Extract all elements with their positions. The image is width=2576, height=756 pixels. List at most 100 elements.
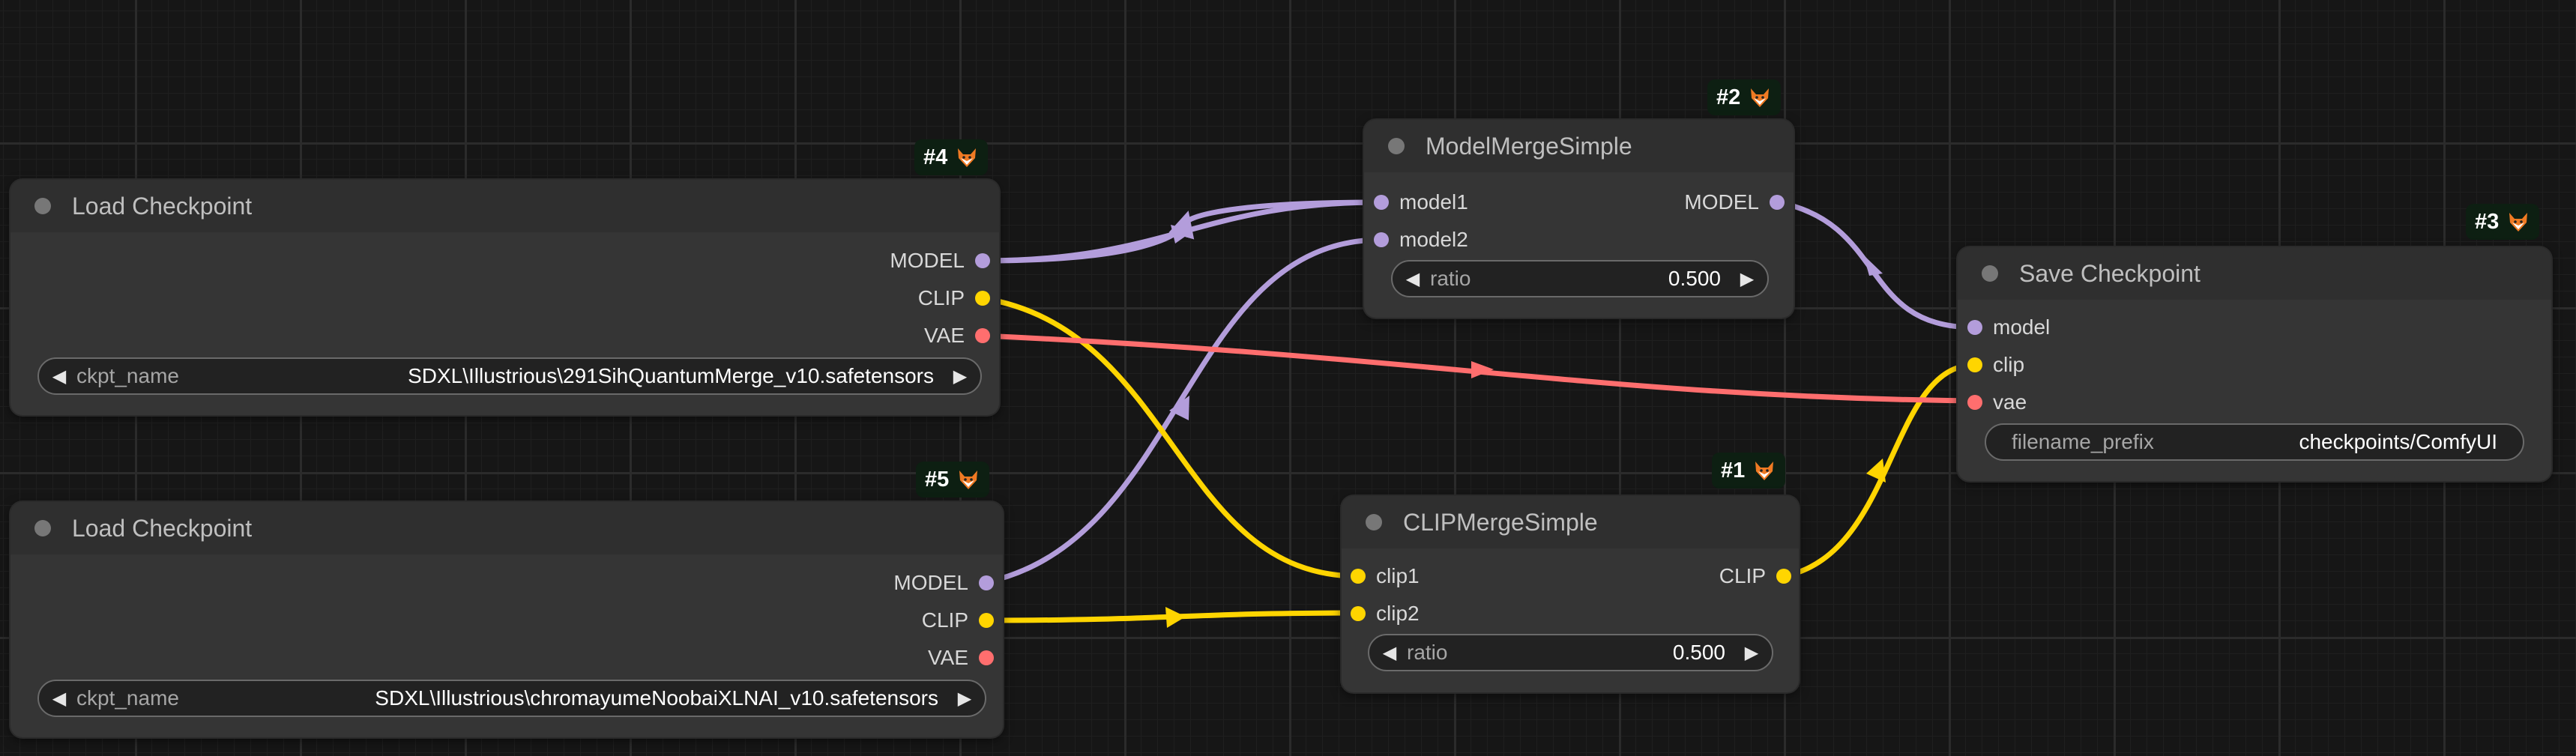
node-3-badge: #3 xyxy=(2466,204,2540,240)
widget-label: ratio xyxy=(1407,641,1448,664)
input-socket[interactable] xyxy=(1374,232,1389,247)
link-model-3[interactable] xyxy=(1778,199,1976,330)
clip-merge-simple-node[interactable]: CLIPMergeSimple clip1 clip2 CLIP ◀ ratio… xyxy=(1342,496,1799,692)
input-label: model2 xyxy=(1399,228,1468,251)
node-header[interactable]: Save Checkpoint xyxy=(1958,247,2551,300)
output-label: CLIP xyxy=(921,608,968,632)
input-socket[interactable] xyxy=(1351,606,1366,621)
collapse-toggle[interactable] xyxy=(34,198,51,214)
right-arrow-icon[interactable]: ▶ xyxy=(956,688,973,710)
output-label: MODEL xyxy=(893,571,968,594)
node-header[interactable]: Load Checkpoint xyxy=(10,502,1003,554)
ratio-number-widget[interactable]: ◀ ratio 0.500 ▶ xyxy=(1391,260,1769,297)
output-socket[interactable] xyxy=(975,253,990,268)
input-model[interactable]: model xyxy=(1967,315,2051,339)
right-arrow-icon[interactable]: ▶ xyxy=(1739,268,1755,290)
link-clip-2-arrow xyxy=(1165,607,1186,628)
widget-label: ckpt_name xyxy=(76,686,179,710)
input-socket[interactable] xyxy=(1351,569,1366,584)
output-socket[interactable] xyxy=(979,613,994,628)
output-socket[interactable] xyxy=(1770,195,1785,210)
right-arrow-icon[interactable]: ▶ xyxy=(1743,642,1760,664)
input-clip1[interactable]: clip1 xyxy=(1351,564,1420,587)
node-5-badge: #5 xyxy=(916,462,990,498)
node-header[interactable]: ModelMergeSimple xyxy=(1364,120,1794,172)
collapse-toggle[interactable] xyxy=(1982,265,1998,282)
node-4-badge: #4 xyxy=(914,139,989,175)
node-title: Load Checkpoint xyxy=(72,514,253,542)
input-model1[interactable]: model1 xyxy=(1374,190,1468,214)
output-label: MODEL xyxy=(1684,190,1759,214)
output-clip[interactable]: CLIP xyxy=(917,286,990,309)
output-socket[interactable] xyxy=(979,650,994,665)
fox-icon xyxy=(1755,462,1774,480)
load-checkpoint-node-5[interactable]: Load Checkpoint MODEL CLIP VAE ◀ ckpt_na… xyxy=(10,502,1003,737)
fox-icon xyxy=(958,148,977,167)
output-label: CLIP xyxy=(917,286,965,309)
output-label: VAE xyxy=(924,324,965,347)
node-title: CLIPMergeSimple xyxy=(1403,508,1598,536)
input-label: clip1 xyxy=(1376,564,1420,587)
input-label: clip xyxy=(1993,353,2025,376)
node-header[interactable]: Load Checkpoint xyxy=(10,180,999,232)
output-label: CLIP xyxy=(1719,564,1766,587)
filename-prefix-field[interactable]: filename_prefix checkpoints/ComfyUI xyxy=(1985,423,2524,461)
input-vae[interactable]: vae xyxy=(1967,390,2027,414)
output-model[interactable]: MODEL xyxy=(893,571,994,594)
output-vae[interactable]: VAE xyxy=(924,324,990,347)
collapse-toggle[interactable] xyxy=(1366,514,1382,530)
node-id: #3 xyxy=(2475,209,2500,234)
left-arrow-icon[interactable]: ◀ xyxy=(1381,642,1398,664)
input-model2[interactable]: model2 xyxy=(1374,228,1468,251)
fox-icon xyxy=(959,471,978,489)
input-label: clip2 xyxy=(1376,602,1420,625)
load-checkpoint-node-4[interactable]: Load Checkpoint MODEL CLIP VAE ◀ ckpt_na… xyxy=(10,180,999,415)
input-socket[interactable] xyxy=(1967,320,1982,335)
ckpt-name-combo[interactable]: ◀ ckpt_name SDXL\Illustrious\291SihQuant… xyxy=(37,357,982,395)
output-clip[interactable]: CLIP xyxy=(1719,564,1791,587)
save-checkpoint-node[interactable]: Save Checkpoint model clip vae filename_… xyxy=(1958,247,2551,481)
widget-value[interactable]: checkpoints/ComfyUI xyxy=(2299,430,2497,454)
node-id: #5 xyxy=(925,467,950,492)
node-title: Save Checkpoint xyxy=(2019,259,2201,287)
node-title: ModelMergeSimple xyxy=(1426,132,1632,160)
input-clip[interactable]: clip xyxy=(1967,353,2025,376)
left-arrow-icon[interactable]: ◀ xyxy=(1405,268,1421,290)
output-vae[interactable]: VAE xyxy=(928,646,994,669)
left-arrow-icon[interactable]: ◀ xyxy=(51,688,67,710)
collapse-toggle[interactable] xyxy=(34,520,51,536)
left-arrow-icon[interactable]: ◀ xyxy=(51,366,67,387)
fox-icon xyxy=(2509,213,2528,232)
input-label: model xyxy=(1993,315,2051,339)
widget-label: ratio xyxy=(1430,267,1471,290)
input-socket[interactable] xyxy=(1374,195,1389,210)
fox-icon xyxy=(1751,88,1770,107)
widget-value: 0.500 xyxy=(1668,267,1721,290)
node-id: #4 xyxy=(923,145,948,169)
output-socket[interactable] xyxy=(975,291,990,306)
input-label: vae xyxy=(1993,390,2027,414)
collapse-toggle[interactable] xyxy=(1388,138,1405,154)
output-model[interactable]: MODEL xyxy=(1684,190,1785,214)
node-header[interactable]: CLIPMergeSimple xyxy=(1342,496,1799,548)
output-model[interactable]: MODEL xyxy=(890,249,990,272)
node-1-badge: #1 xyxy=(1712,453,1786,489)
widget-value: 0.500 xyxy=(1672,641,1725,664)
input-socket[interactable] xyxy=(1967,395,1982,410)
link-vae-arrow xyxy=(1471,361,1494,378)
input-socket[interactable] xyxy=(1967,357,1982,372)
output-clip[interactable]: CLIP xyxy=(921,608,994,632)
right-arrow-icon[interactable]: ▶ xyxy=(952,366,968,387)
input-label: model1 xyxy=(1399,190,1468,214)
input-clip2[interactable]: clip2 xyxy=(1351,602,1420,625)
widget-label: ckpt_name xyxy=(76,364,179,387)
output-socket[interactable] xyxy=(975,328,990,343)
node-title: Load Checkpoint xyxy=(72,192,253,220)
output-socket[interactable] xyxy=(979,575,994,590)
output-socket[interactable] xyxy=(1776,569,1791,584)
ckpt-name-combo[interactable]: ◀ ckpt_name SDXL\Illustrious\chromayumeN… xyxy=(37,680,986,717)
ratio-number-widget[interactable]: ◀ ratio 0.500 ▶ xyxy=(1368,634,1773,671)
widget-value: SDXL\Illustrious\chromayumeNoobaiXLNAI_v… xyxy=(375,686,938,710)
link-clip-3-arrow xyxy=(1866,459,1886,483)
model-merge-simple-node[interactable]: ModelMergeSimple model1 model2 MODEL ◀ r… xyxy=(1364,120,1794,318)
